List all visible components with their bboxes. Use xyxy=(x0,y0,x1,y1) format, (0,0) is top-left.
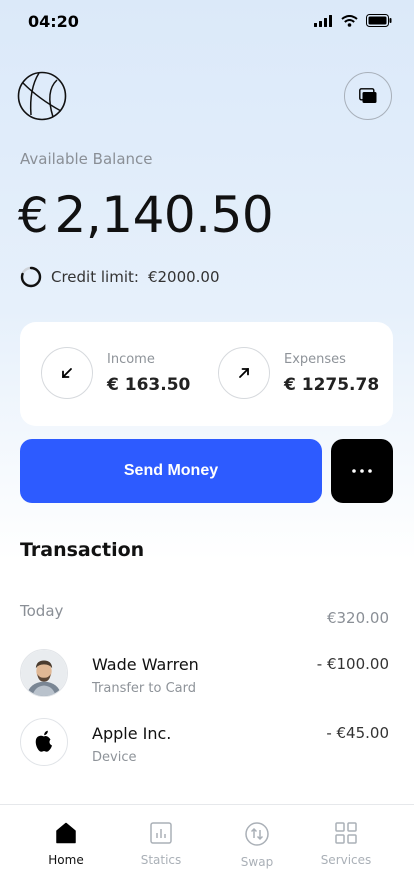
day-total: €320.00 xyxy=(326,609,389,627)
transaction-name: Apple Inc. xyxy=(92,724,172,743)
balance-value: 2,140.50 xyxy=(54,186,274,244)
transactions-title: Transaction xyxy=(20,539,145,561)
transaction-row[interactable]: Apple Inc. Device - €45.00 xyxy=(20,718,393,768)
send-money-button[interactable]: Send Money xyxy=(20,439,322,503)
arrow-up-right-icon xyxy=(239,368,249,378)
signal-icon xyxy=(314,14,332,27)
expenses-summary[interactable]: Expenses € 1275.78 xyxy=(218,347,379,399)
income-value: € 163.50 xyxy=(107,374,191,395)
transaction-subtitle: Device xyxy=(92,750,137,765)
wifi-icon xyxy=(341,14,358,27)
nav-item-statics[interactable]: Statics xyxy=(121,822,201,867)
nav-label: Services xyxy=(320,853,372,867)
nav-label: Home xyxy=(48,853,84,867)
avatar xyxy=(20,718,68,766)
cards-button[interactable] xyxy=(344,72,392,120)
arrow-down-left-icon xyxy=(62,368,72,378)
more-dots-icon xyxy=(352,469,372,473)
credit-progress-ring xyxy=(20,266,42,288)
expenses-value: € 1275.78 xyxy=(284,374,380,395)
bottom-nav-divider xyxy=(0,804,414,805)
transaction-row[interactable]: Wade Warren Transfer to Card - €100.00 xyxy=(20,649,393,699)
balance-currency: € xyxy=(18,188,49,244)
expenses-icon-circle xyxy=(218,347,270,399)
nav-label: Swap xyxy=(240,855,274,869)
credit-limit-row: Credit limit: €2000.00 xyxy=(20,266,220,288)
credit-limit-value: €2000.00 xyxy=(147,268,220,286)
transaction-subtitle: Transfer to Card xyxy=(92,681,196,696)
home-icon xyxy=(56,822,76,844)
balance-label: Available Balance xyxy=(20,150,153,168)
transaction-name: Wade Warren xyxy=(92,655,199,674)
battery-icon xyxy=(366,14,392,27)
balance-amount: € 2,140.50 xyxy=(18,186,274,244)
nav-item-services[interactable]: Services xyxy=(306,822,386,867)
nav-item-swap[interactable]: Swap xyxy=(217,822,297,869)
globe-icon[interactable] xyxy=(17,71,67,121)
nav-label: Statics xyxy=(140,853,182,867)
income-summary[interactable]: Income € 163.50 xyxy=(41,347,190,399)
cards-icon xyxy=(359,88,377,103)
status-icons xyxy=(314,14,392,27)
grid-icon xyxy=(335,822,357,844)
income-label: Income xyxy=(107,351,155,367)
status-time: 04:20 xyxy=(28,12,79,31)
expenses-label: Expenses xyxy=(284,351,346,367)
nav-item-home[interactable]: Home xyxy=(26,822,106,867)
income-expenses-card: Income € 163.50 Expenses € 1275.78 xyxy=(20,322,393,426)
more-button[interactable] xyxy=(331,439,393,503)
transaction-amount: - €100.00 xyxy=(316,655,389,673)
person-avatar xyxy=(21,650,67,696)
avatar xyxy=(20,649,68,697)
income-icon-circle xyxy=(41,347,93,399)
chart-icon xyxy=(150,822,172,844)
apple-icon xyxy=(35,730,52,752)
day-label: Today xyxy=(20,602,64,620)
swap-icon xyxy=(245,822,269,846)
transaction-amount: - €45.00 xyxy=(326,724,389,742)
credit-limit-label: Credit limit: xyxy=(51,268,139,286)
